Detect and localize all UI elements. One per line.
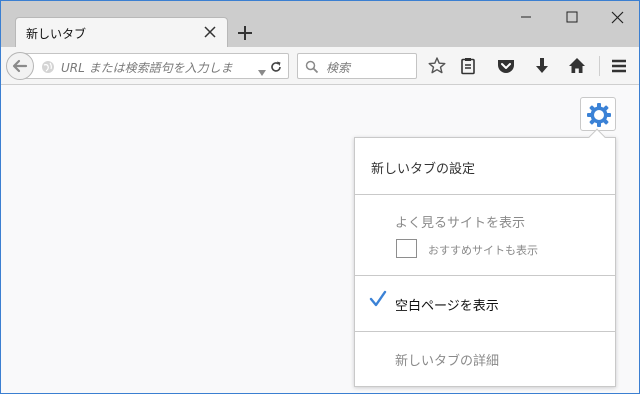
toolbar-separator [599,56,600,76]
url-bar[interactable]: URL または検索語句を入力しま [25,53,289,79]
clipboard-icon[interactable] [457,55,479,77]
close-icon[interactable] [203,24,217,40]
hamburger-menu-icon[interactable] [608,55,630,77]
window-close-icon[interactable] [595,1,639,33]
option-show-blank-page[interactable]: 空白ページを表示 [395,295,499,314]
customize-button[interactable] [580,97,616,131]
search-icon [305,59,319,74]
back-arrow-icon [12,59,28,73]
learn-more-link[interactable]: 新しいタブの詳細 [395,350,499,369]
url-input[interactable]: URL または検索語句を入力しま [61,59,257,76]
gear-icon [587,103,611,127]
panel-title: 新しいタブの設定 [371,162,476,177]
panel-divider [355,275,615,276]
star-icon[interactable] [426,55,448,77]
customize-panel: 新しいタブの設定 よく見るサイトを表示 おすすめサイトも表示 空白ページを表示 … [354,137,616,387]
globe-icon [41,59,55,73]
tab-new-tab[interactable]: 新しいタブ [15,17,228,48]
reload-icon[interactable] [269,59,283,73]
tab-title: 新しいタブ [26,27,87,41]
suggested-sites-label[interactable]: おすすめサイトも表示 [428,242,538,258]
search-input[interactable]: 検索 [326,59,350,76]
panel-divider [355,194,615,195]
suggested-sites-checkbox[interactable] [396,239,417,258]
checkmark-icon [369,290,387,308]
new-tab-plus-icon[interactable] [235,23,255,43]
home-icon[interactable] [566,55,588,77]
search-bar[interactable]: 検索 [297,53,417,79]
back-button[interactable] [6,52,34,80]
minimize-icon[interactable] [503,1,549,33]
panel-divider [355,331,615,332]
dropdown-arrow-icon[interactable] [257,62,267,76]
maximize-icon[interactable] [549,1,595,33]
option-show-top-sites[interactable]: よく見るサイトを表示 [395,212,525,231]
tab-strip: 新しいタブ [1,1,639,48]
navigation-toolbar: URL または検索語句を入力しま 検索 [1,47,639,85]
download-arrow-icon[interactable] [531,55,553,77]
pocket-icon[interactable] [495,55,517,77]
